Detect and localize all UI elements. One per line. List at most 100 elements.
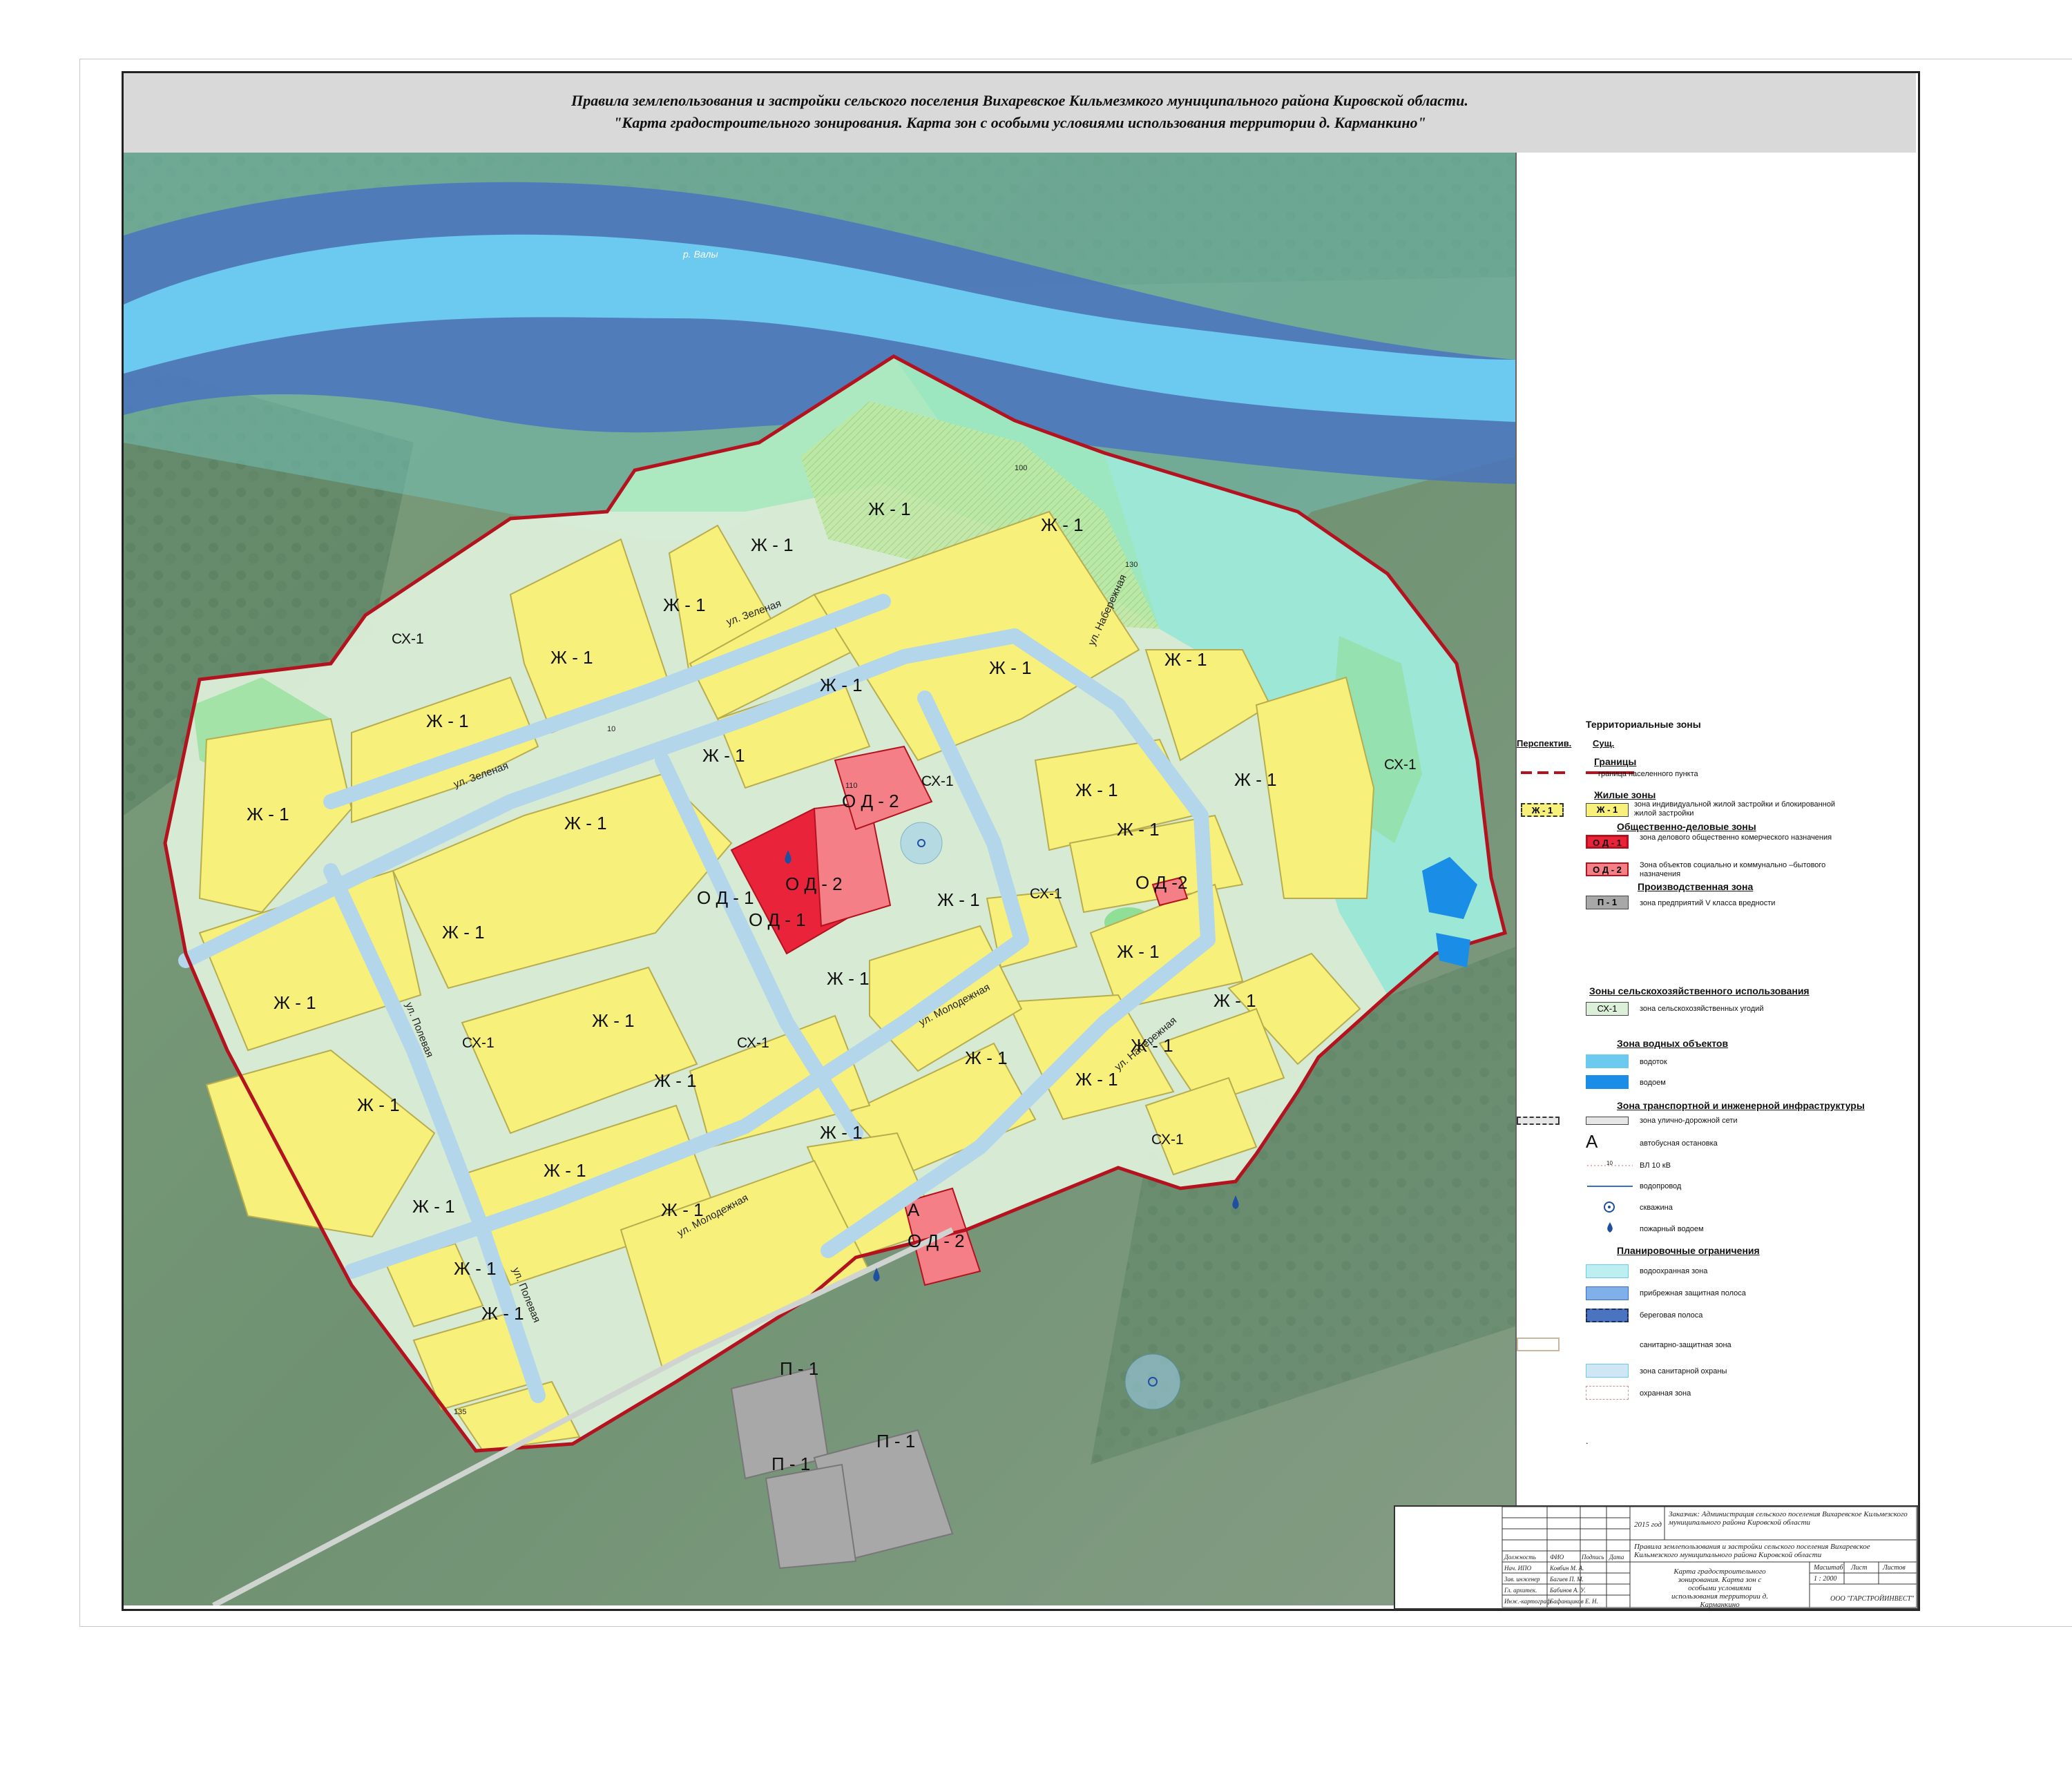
zone-label: Ж - 1 [564,813,607,833]
stamp-name: Бабинов А. У. [1550,1587,1586,1594]
zone-label: Ж - 1 [1117,819,1160,840]
bus-stop-letter: А [908,1199,920,1220]
legend-coastal-swatch [1586,1286,1629,1300]
legend-dot: . [1586,1436,1589,1446]
legend-sec-public: Общественно-деловые зоны [1617,821,1756,832]
zone-label: Ж - 1 [544,1160,586,1181]
zone-label-industrial: П - 1 [876,1431,915,1451]
legend-pipe-text: водопровод [1640,1182,1682,1190]
legend-sanitary-protection-swatch [1586,1364,1629,1378]
zone-label: Ж - 1 [357,1094,400,1115]
stamp-sheet-title: Карта градостроительного зонирования. Ка… [1671,1567,1768,1609]
legend-water-protection-swatch [1586,1264,1629,1278]
zone-label-agri: СХ-1 [921,773,954,789]
zone-label: Ж - 1 [702,745,745,766]
river-label: р. Валы [682,249,718,260]
stamp-col-role: Должность [1504,1554,1536,1561]
zone-label: Ж - 1 [820,1122,863,1143]
legend-protected-text: охранная зона [1640,1389,1691,1398]
legend-zh-exist: Ж - 1 [1586,803,1629,817]
well-icon [1604,1201,1615,1213]
legend-sec-residential: Жилые зоны [1594,789,1656,800]
sanitary-protection-circle [900,822,943,865]
legend-coastal-text: прибрежная защитная полоса [1640,1289,1746,1297]
legend-sx-exist: СХ-1 [1586,1002,1629,1016]
zone-label-agri: СХ-1 [1030,886,1062,902]
legend-od1-exist: О Д - 1 [1586,835,1629,849]
contour-label: 10 [607,725,615,733]
zone-label: Ж - 1 [1234,769,1277,790]
legend-sec-water: Зона водных объектов [1617,1038,1729,1049]
legend-power-num: 10 [1606,1160,1613,1166]
stamp-col-name: ФИО [1550,1554,1564,1561]
zone-label: Ж - 1 [1214,990,1256,1011]
title-line-1: Правила землепользования и застройки сел… [571,92,1468,109]
zone-label-od: О Д - 1 [697,887,754,908]
legend-od2-text: Зона объектов социально и коммунально –б… [1640,861,1826,878]
zone-label-agri: СХ-1 [1384,757,1417,773]
legend-od1-text: зона делового общественно комерческого н… [1640,833,1832,842]
zone-label-od: О Д - 1 [749,909,806,930]
zone-label: Ж - 1 [1075,780,1118,800]
stamp-company: ООО "ГАРСТРОЙИНВЕСТ" [1830,1595,1915,1603]
zone-label: Ж - 1 [868,499,911,519]
stamp-name: Ковбин М. А. [1550,1565,1584,1572]
legend-p1-text: зона предприятий V класса вредности [1640,899,1776,907]
legend-road-text: зона улично-дорожной сети [1640,1117,1738,1125]
zone-label: Ж - 1 [937,889,980,910]
zone-label-industrial: П - 1 [771,1454,810,1474]
legend-well-text: скважина [1640,1204,1673,1212]
zone-label: Ж - 1 [481,1303,524,1324]
zone-label: Ж - 1 [1117,941,1160,962]
legend-sanitary-protection-text: зона санитарной охраны [1640,1367,1727,1376]
legend-od2-exist: О Д - 2 [1586,862,1629,876]
legend-power-text: ВЛ 10 кВ [1640,1161,1671,1170]
legend-sec-industrial: Производственная зона [1638,881,1754,892]
zone-label: Ж - 1 [1041,514,1084,535]
zone-label: Ж - 1 [654,1070,697,1091]
p1-parcel [765,1463,857,1570]
zone-label: Ж - 1 [442,922,485,943]
fire-pond-icon [1607,1222,1613,1233]
stamp-scale-label: Масштаб [1814,1564,1843,1572]
title-bar: Правила землепользования и застройки сел… [124,73,1916,154]
legend-sx-text: зона сельскохозяйственных угодий [1640,1005,1764,1013]
contour-label: 100 [1015,464,1027,472]
title-line-2: "Карта градостроительного зонирования. К… [613,114,1426,131]
zone-label: Ж - 1 [965,1048,1008,1068]
stamp-customer: Заказчик: Администрация сельского поселе… [1669,1510,1908,1527]
legend-sec-agri: Зоны сельскохозяйственного использования [1589,985,1810,996]
stamp-scale: 1 : 2000 [1814,1575,1837,1583]
legend-sanitary-text: санитарно-защитная зона [1640,1341,1732,1349]
zone-label-od: О Д - 2 [785,873,843,894]
legend-road-persp [1517,1117,1560,1125]
zone-label-industrial: П - 1 [780,1358,818,1379]
legend-p1-exist: П - 1 [1586,896,1629,909]
legend-protected-swatch [1586,1386,1629,1400]
zone-label-agri: СХ-1 [737,1035,769,1051]
legend-sec-restrictions: Планировочные ограничения [1617,1245,1760,1256]
zone-label: Ж - 1 [274,992,316,1013]
legend-water-protection-text: водоохранная зона [1640,1267,1708,1275]
zone-label: Ж - 1 [1075,1069,1118,1090]
zone-label: Ж - 1 [247,804,289,824]
stamp-name: Багиев П. М. [1550,1576,1584,1583]
zone-label-agri: СХ-1 [462,1035,495,1051]
zone-label: Ж - 1 [454,1258,497,1279]
zone-label: Ж - 1 [592,1010,635,1031]
legend-shore-text: береговая полоса [1640,1311,1703,1320]
legend-bus-letter: А [1586,1131,1598,1152]
zone-label: Ж - 1 [426,711,469,731]
zone-label: Ж - 1 [1164,649,1207,670]
legend-sanitary-swatch [1517,1338,1560,1351]
stamp-year: 2015 год [1634,1521,1662,1529]
legend-zh-text: зона индивидуальной жилой застройки и бл… [1634,800,1836,818]
zone-label: Ж - 1 [751,534,794,555]
stamp-sheets-label: Листов [1883,1564,1906,1572]
legend-panel: Территориальные зоны Перспектив. Сущ. Гр… [1515,153,1917,1506]
title-block: 2015 год Заказчик: Администрация сельско… [1394,1505,1919,1610]
zone-label-agri: СХ-1 [392,631,424,647]
zone-label-od: О Д -2 [1135,872,1187,893]
stamp-role: Зав. инженер [1504,1576,1540,1583]
legend-zh-persp: Ж - 1 [1521,803,1564,817]
